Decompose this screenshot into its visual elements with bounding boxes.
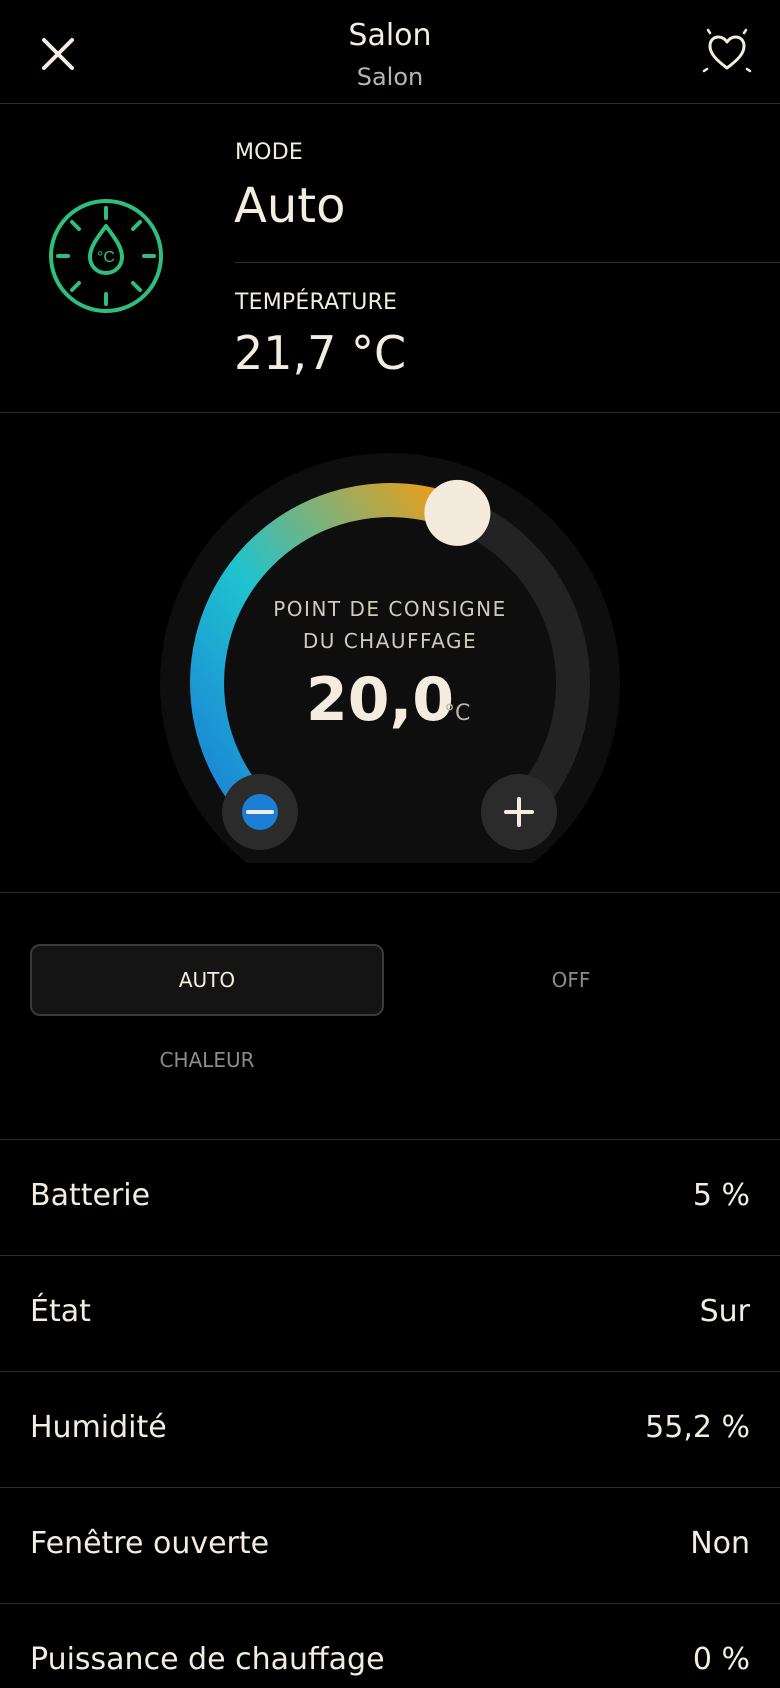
setpoint-unit: °C <box>444 701 471 726</box>
temperature-value: 21,7 °C <box>234 326 407 380</box>
mode-option-heat[interactable]: CHALEUR <box>30 1024 384 1096</box>
attribute-row: Humidité 55,2 % <box>0 1372 780 1488</box>
page-title: Salon <box>348 18 432 53</box>
attribute-name: État <box>30 1294 91 1329</box>
attribute-row: Puissance de chauffage 0 % <box>0 1604 780 1688</box>
mode-option-off[interactable]: OFF <box>394 944 748 1016</box>
increase-setpoint-button[interactable] <box>481 774 557 850</box>
attribute-value: Non <box>690 1526 750 1561</box>
dial-handle[interactable] <box>424 479 491 546</box>
setpoint-label-line1: POINT DE CONSIGNE <box>273 597 507 621</box>
attribute-value: 0 % <box>692 1642 750 1677</box>
status-section: °C MODE Auto TEMPÉRATURE 21,7 °C <box>0 104 780 413</box>
temperature-label: TEMPÉRATURE <box>235 290 398 315</box>
svg-text:°C: °C <box>97 249 115 266</box>
plus-icon <box>504 797 534 827</box>
dialog-header: Salon Salon <box>0 0 780 104</box>
hvac-mode-selector: AUTO OFF CHALEUR <box>0 893 780 1140</box>
mode-label: MODE <box>235 140 303 165</box>
divider <box>235 262 780 263</box>
favorite-button[interactable] <box>700 26 754 80</box>
attribute-value: 55,2 % <box>645 1410 750 1445</box>
setpoint-value: 20,0 <box>306 665 455 735</box>
mode-value: Auto <box>234 178 346 234</box>
attribute-name: Humidité <box>30 1410 167 1445</box>
setpoint-dial-section: POINT DE CONSIGNE DU CHAUFFAGE 20,0 °C <box>0 413 780 893</box>
attribute-row: État Sur <box>0 1256 780 1372</box>
attribute-row: Batterie 5 % <box>0 1140 780 1256</box>
attribute-value: Sur <box>699 1294 750 1329</box>
attribute-name: Fenêtre ouverte <box>30 1526 270 1561</box>
attribute-name: Puissance de chauffage <box>30 1642 385 1677</box>
page-subtitle: Salon <box>356 63 424 91</box>
heart-sparkle-icon <box>702 28 752 73</box>
attribute-row: Fenêtre ouverte Non <box>0 1488 780 1604</box>
attribute-name: Batterie <box>30 1178 151 1213</box>
climate-detail-page: Salon Salon °C MODE Auto TEMPÉRATURE 21,… <box>0 0 780 1688</box>
setpoint-label-line2: DU CHAUFFAGE <box>302 629 478 653</box>
attribute-value: 5 % <box>692 1178 750 1213</box>
mode-option-auto[interactable]: AUTO <box>30 944 384 1016</box>
decrease-setpoint-button[interactable] <box>222 774 298 850</box>
thermostat-dial-icon: °C <box>46 196 166 316</box>
